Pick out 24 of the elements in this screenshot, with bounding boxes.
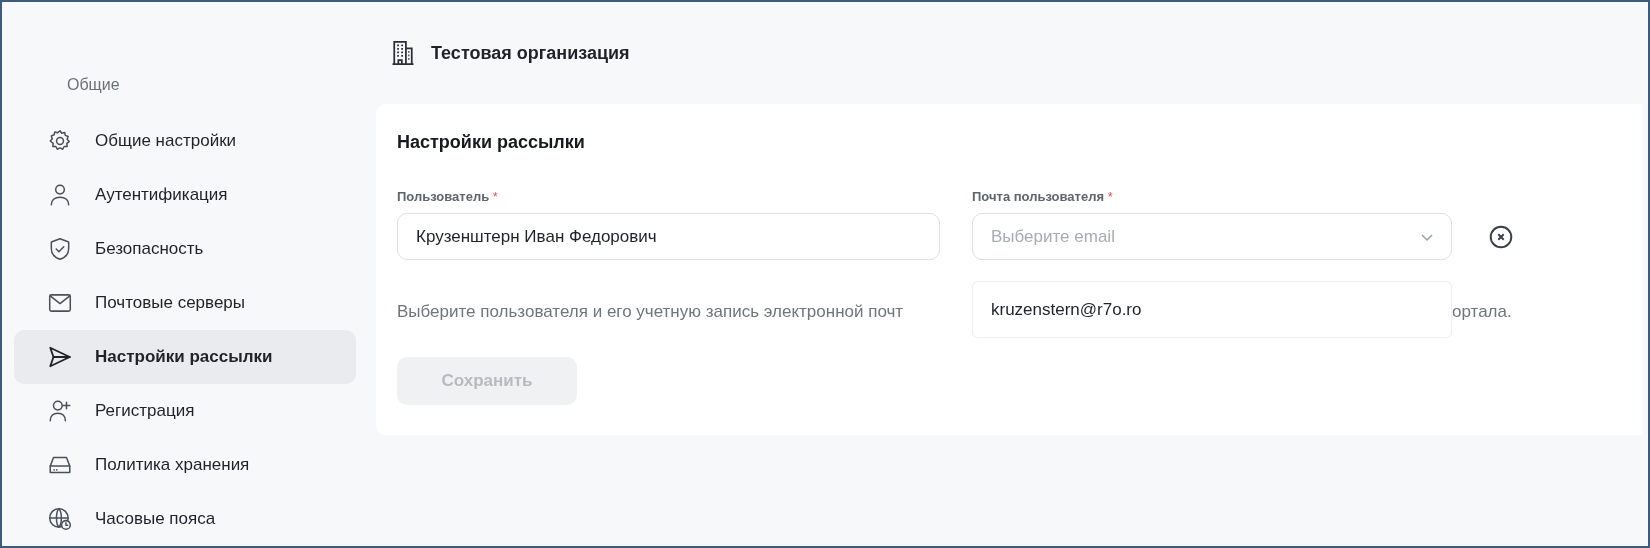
sidebar-item[interactable]: Безопасность (14, 222, 356, 276)
hint-text: Выберите пользователя и его учетную запись электронной почт (397, 302, 905, 322)
sidebar-item[interactable]: Общие настройки (14, 114, 356, 168)
required-mark: * (492, 189, 498, 204)
organization-title: Тестовая организация (431, 42, 630, 64)
user-plus-icon (47, 398, 73, 424)
sidebar-item[interactable]: Часовые пояса (14, 492, 356, 546)
field-label: Почта пользователя (972, 189, 1104, 204)
field-label: Пользователь (397, 189, 490, 204)
required-mark: * (1107, 189, 1113, 204)
clear-icon[interactable] (1488, 224, 1514, 250)
dropdown-option[interactable]: kruzenstern@r7o.ro (991, 299, 1142, 320)
hint-text: ортала. (1452, 302, 1512, 322)
sidebar-item[interactable]: Аутентификация (14, 168, 356, 222)
sidebar-item[interactable]: Политика хранения (14, 438, 356, 492)
user-input[interactable]: Крузенштерн Иван Федорович (397, 213, 940, 260)
section-heading: Общие (66, 76, 121, 95)
globe-clock-icon (47, 506, 73, 532)
sidebar-item[interactable]: Настройки рассылки (14, 330, 356, 384)
card-title: Настройки рассылки (397, 132, 586, 153)
sidebar-item[interactable]: Регистрация (14, 384, 356, 438)
sidebar-item[interactable]: Почтовые серверы (14, 276, 356, 330)
email-select[interactable]: Выберите email (972, 213, 1452, 260)
paper-plane-icon (47, 344, 73, 370)
